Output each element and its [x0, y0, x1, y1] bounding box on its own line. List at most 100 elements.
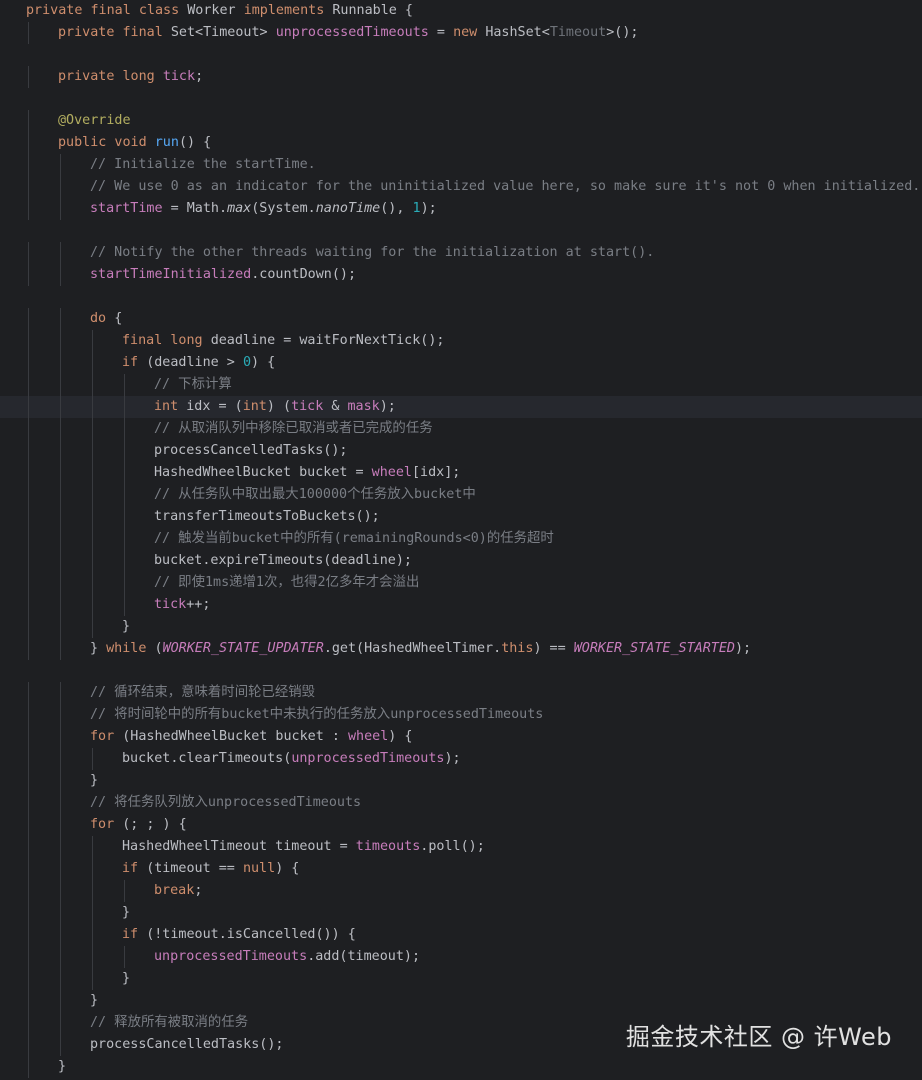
indent-guide	[60, 528, 61, 550]
code-token: // Notify the other threads waiting for …	[90, 245, 655, 260]
code-line[interactable]: // 即使1ms递增1次，也得2亿多年才会溢出	[0, 572, 922, 594]
code-text: private long tick;	[58, 66, 203, 88]
code-line[interactable]: }	[0, 616, 922, 638]
code-line[interactable]: // 下标计算	[0, 374, 922, 396]
code-token: =	[428, 25, 454, 40]
code-line[interactable]: bucket.expireTimeouts(deadline);	[0, 550, 922, 572]
code-token: implements	[243, 3, 333, 18]
code-line[interactable]: for (HashedWheelBucket bucket : wheel) {	[0, 726, 922, 748]
code-token: tick	[162, 69, 196, 84]
code-token: ) {	[251, 355, 276, 370]
code-token: do	[90, 311, 115, 326]
code-text: // 将任务队列放入unprocessedTimeouts	[90, 792, 361, 814]
code-text: transferTimeoutsToBuckets();	[154, 506, 380, 528]
code-token: );	[379, 399, 396, 414]
code-token: 0	[242, 355, 251, 370]
code-line[interactable]: private long tick;	[0, 66, 922, 88]
indent-guide	[124, 550, 125, 572]
code-text: // We use 0 as an indicator for the unin…	[90, 176, 920, 198]
code-line[interactable]: unprocessedTimeouts.add(timeout);	[0, 946, 922, 968]
code-line[interactable]	[0, 88, 922, 110]
code-line[interactable]: // 触发当前bucket中的所有(remainingRounds<0)的任务超…	[0, 528, 922, 550]
indent-guide	[28, 1056, 29, 1078]
code-line[interactable]: @Override	[0, 110, 922, 132]
code-token: (deadline >	[146, 355, 243, 370]
code-token: // 将时间轮中的所有bucket中未执行的任务放入unprocessedTim…	[90, 707, 544, 722]
code-line[interactable]	[0, 660, 922, 682]
code-line[interactable]: // 从任务队中取出最大100000个任务放入bucket中	[0, 484, 922, 506]
code-token: startTime	[90, 201, 163, 216]
code-line[interactable]: break;	[0, 880, 922, 902]
code-token: timeouts	[355, 839, 421, 854]
code-line[interactable]: public void run() {	[0, 132, 922, 154]
code-line[interactable]: } while (WORKER_STATE_UPDATER.get(Hashed…	[0, 638, 922, 660]
indent-guide	[28, 682, 29, 704]
code-line[interactable]: // We use 0 as an indicator for the unin…	[0, 176, 922, 198]
indent-guide	[28, 792, 29, 814]
code-line[interactable]: // 将任务队列放入unprocessedTimeouts	[0, 792, 922, 814]
indent-guide	[60, 308, 61, 330]
code-text: // 从取消队列中移除已取消或者已完成的任务	[154, 418, 433, 440]
code-text: for (; ; ) {	[90, 814, 187, 836]
code-text: tick++;	[154, 594, 210, 616]
code-line[interactable]: processCancelledTasks();	[0, 440, 922, 462]
code-line[interactable]: }	[0, 990, 922, 1012]
code-line[interactable]	[0, 286, 922, 308]
indent-guide	[28, 770, 29, 792]
code-line[interactable]: private final Set<Timeout> unprocessedTi…	[0, 22, 922, 44]
code-line[interactable]: transferTimeoutsToBuckets();	[0, 506, 922, 528]
code-token: (!timeout.isCancelled()) {	[146, 927, 356, 942]
code-line[interactable]: if (!timeout.isCancelled()) {	[0, 924, 922, 946]
code-token: WORKER_STATE_UPDATER	[162, 641, 324, 656]
code-token: tick	[291, 399, 324, 414]
code-token: (timeout ==	[146, 861, 243, 876]
code-line[interactable]: bucket.clearTimeouts(unprocessedTimeouts…	[0, 748, 922, 770]
code-token: max	[227, 201, 252, 216]
code-text: // 释放所有被取消的任务	[90, 1012, 248, 1034]
code-line[interactable]: // 循环结束，意味着时间轮已经销毁	[0, 682, 922, 704]
code-line[interactable]: private final class Worker implements Ru…	[0, 0, 922, 22]
code-token: unprocessedTimeouts	[154, 949, 308, 964]
code-line[interactable]	[0, 44, 922, 66]
code-token: }	[122, 905, 131, 920]
code-line[interactable]: if (timeout == null) {	[0, 858, 922, 880]
code-line[interactable]: startTimeInitialized.countDown();	[0, 264, 922, 286]
code-line[interactable]: for (; ; ) {	[0, 814, 922, 836]
code-token: {	[114, 311, 123, 326]
code-line[interactable]: final long deadline = waitForNextTick();	[0, 330, 922, 352]
indent-guide	[28, 110, 29, 132]
code-token: (System.	[251, 201, 316, 216]
indent-guide	[28, 616, 29, 638]
code-line[interactable]: HashedWheelBucket bucket = wheel[idx];	[0, 462, 922, 484]
code-editor[interactable]: private final class Worker implements Ru…	[0, 0, 922, 1080]
indent-guide	[60, 880, 61, 902]
code-line[interactable]: // 将时间轮中的所有bucket中未执行的任务放入unprocessedTim…	[0, 704, 922, 726]
code-line[interactable]: // 从取消队列中移除已取消或者已完成的任务	[0, 418, 922, 440]
code-token: transferTimeoutsToBuckets();	[154, 509, 380, 524]
code-line[interactable]: int idx = (int) (tick & mask);	[0, 396, 922, 418]
code-line[interactable]: // Notify the other threads waiting for …	[0, 242, 922, 264]
indent-guide	[92, 528, 93, 550]
code-token: break	[154, 883, 195, 898]
code-text: }	[58, 1056, 66, 1078]
code-token: tick	[154, 597, 187, 612]
code-line[interactable]: }	[0, 968, 922, 990]
code-line[interactable]: }	[0, 1056, 922, 1078]
code-line[interactable]: tick++;	[0, 594, 922, 616]
indent-guide	[60, 748, 61, 770]
code-line[interactable]: if (deadline > 0) {	[0, 352, 922, 374]
code-token: Set<Timeout>	[170, 25, 276, 40]
code-line[interactable]	[0, 220, 922, 242]
code-line[interactable]: }	[0, 902, 922, 924]
code-line[interactable]: // Initialize the startTime.	[0, 154, 922, 176]
indent-guide	[60, 682, 61, 704]
code-token: (; ; ) {	[122, 817, 187, 832]
code-line[interactable]: startTime = Math.max(System.nanoTime(), …	[0, 198, 922, 220]
code-line[interactable]: }	[0, 770, 922, 792]
indent-guide	[28, 946, 29, 968]
code-text: }	[122, 902, 130, 924]
code-line[interactable]: do {	[0, 308, 922, 330]
code-token: // 下标计算	[154, 377, 232, 392]
code-token: deadline = waitForNextTick();	[210, 333, 445, 348]
code-line[interactable]: HashedWheelTimeout timeout = timeouts.po…	[0, 836, 922, 858]
